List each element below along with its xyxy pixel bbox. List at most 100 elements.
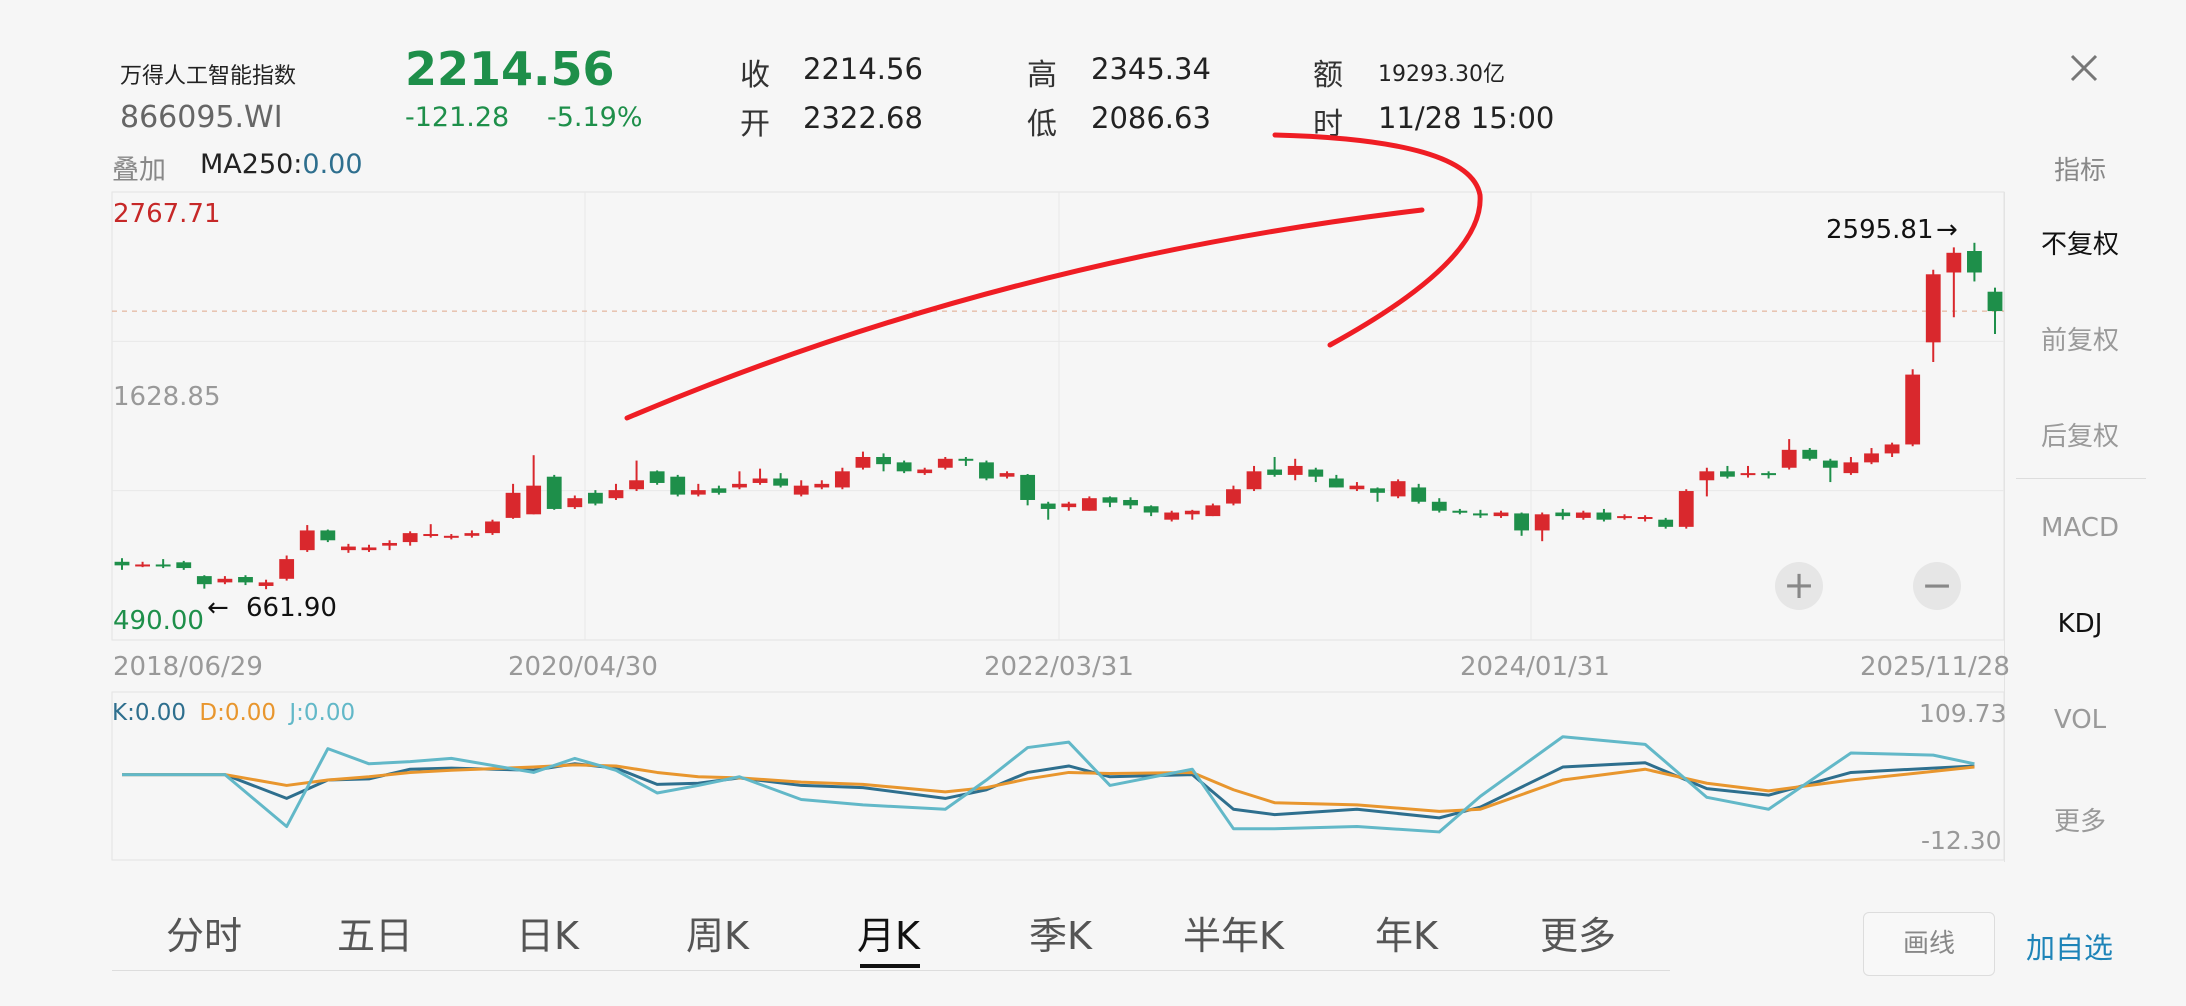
price-change: -121.28 bbox=[405, 102, 510, 133]
candle-body bbox=[1843, 462, 1859, 474]
candle-body bbox=[1246, 471, 1262, 490]
open-label: 开 bbox=[740, 107, 770, 142]
sidebar-item-kdj[interactable]: KDJ bbox=[2010, 609, 2150, 639]
sidebar-item-qianfuquan[interactable]: 前复权 bbox=[2010, 320, 2150, 357]
candle-body bbox=[1452, 510, 1468, 513]
tab-zhouk[interactable]: 周K bbox=[686, 905, 749, 960]
close-icon[interactable] bbox=[2064, 48, 2104, 88]
time-label: 时 bbox=[1313, 107, 1343, 142]
draw-line-button[interactable]: 画线 bbox=[1863, 912, 1995, 976]
candle-body bbox=[1637, 517, 1653, 520]
sidebar-item-vol[interactable]: VOL bbox=[2010, 705, 2150, 735]
candle-body bbox=[238, 577, 253, 583]
tab-fenshi[interactable]: 分时 bbox=[166, 905, 242, 960]
candle-body bbox=[1987, 291, 2003, 312]
candle-body bbox=[1081, 498, 1097, 511]
candle-body bbox=[1164, 512, 1180, 520]
candle-body bbox=[505, 492, 521, 518]
amount-value: 19293.30亿 bbox=[1378, 62, 1505, 87]
candle-body bbox=[1267, 469, 1283, 475]
open-value: 2322.68 bbox=[803, 101, 923, 135]
tab-wuri[interactable]: 五日 bbox=[337, 905, 413, 960]
candle-body bbox=[732, 483, 747, 488]
candle-body bbox=[670, 476, 686, 495]
candle-body bbox=[155, 564, 171, 567]
candle-body bbox=[1226, 489, 1241, 504]
hand-drawn-annotation bbox=[624, 207, 1425, 421]
y-min-label: 490.00 bbox=[113, 606, 204, 636]
candle-body bbox=[917, 469, 933, 474]
min-price-label: 661.90 bbox=[246, 593, 337, 623]
kdj-y-min-label: -12.30 bbox=[1921, 826, 2002, 855]
candle-body bbox=[1575, 512, 1591, 518]
candle-body bbox=[1617, 516, 1632, 519]
sidebar-item-more[interactable]: 更多 bbox=[2010, 801, 2150, 838]
candle-body bbox=[690, 490, 706, 495]
kdj-j-line bbox=[122, 735, 1975, 834]
sidebar-item-houfuquan[interactable]: 后复权 bbox=[2010, 416, 2150, 453]
candle-body bbox=[1308, 469, 1324, 477]
candle-body bbox=[1431, 501, 1447, 511]
x-axis-label: 2018/06/29 bbox=[113, 652, 263, 682]
active-tab-underline bbox=[860, 964, 920, 968]
index-name: 万得人工智能指数 bbox=[120, 64, 297, 89]
overlay-label[interactable]: 叠加 bbox=[112, 148, 166, 187]
add-to-watchlist-button[interactable]: 加自选 bbox=[2026, 925, 2113, 967]
candle-body bbox=[485, 521, 500, 534]
candle-body bbox=[855, 456, 871, 468]
kdj-k-line bbox=[122, 761, 1975, 820]
candle-body bbox=[1102, 497, 1118, 503]
candle-body bbox=[1596, 512, 1612, 520]
y-mid-label: 1628.85 bbox=[113, 382, 221, 412]
candle-body bbox=[587, 492, 603, 504]
close-value: 2214.56 bbox=[803, 52, 923, 86]
x-axis-label: 2020/04/30 bbox=[508, 652, 658, 682]
candle-body bbox=[1781, 449, 1797, 468]
candle-body bbox=[279, 559, 295, 579]
close-label: 收 bbox=[740, 58, 770, 93]
kdj-chart-frame bbox=[111, 691, 2005, 861]
tab-rik[interactable]: 日K bbox=[516, 905, 579, 960]
candle-body bbox=[1884, 444, 1900, 454]
candle-body bbox=[176, 562, 192, 569]
candle-body bbox=[876, 456, 891, 465]
sidebar-item-bufuquan[interactable]: 不复权 bbox=[2010, 224, 2150, 261]
candle-body bbox=[1761, 473, 1777, 476]
tab-yuek[interactable]: 月K bbox=[857, 905, 920, 960]
tab-jik[interactable]: 季K bbox=[1029, 905, 1092, 960]
candle-body bbox=[1020, 474, 1036, 500]
low-value: 2086.63 bbox=[1091, 101, 1211, 135]
low-label: 低 bbox=[1027, 107, 1057, 142]
candle-body bbox=[382, 542, 397, 546]
candle-body bbox=[1287, 465, 1303, 475]
candle-body bbox=[1143, 506, 1159, 513]
candle-body bbox=[340, 546, 356, 551]
sidebar-item-macd[interactable]: MACD bbox=[2010, 513, 2150, 543]
candle-body bbox=[546, 476, 562, 509]
candle-body bbox=[752, 478, 768, 483]
candle-body bbox=[114, 561, 130, 566]
candle-body bbox=[567, 498, 583, 508]
tabs-divider bbox=[112, 970, 1670, 971]
kdj-legend: K:0.00 D:0.00 J:0.00 bbox=[112, 700, 355, 726]
price-change-pct: -5.19% bbox=[547, 102, 643, 133]
candle-body bbox=[1534, 514, 1550, 531]
candle-body bbox=[299, 530, 315, 551]
tab-more[interactable]: 更多 bbox=[1540, 905, 1616, 960]
candle-body bbox=[1720, 471, 1735, 477]
candle-body bbox=[1328, 478, 1344, 488]
tab-niank[interactable]: 年K bbox=[1375, 905, 1438, 960]
zoom-out-button[interactable]: − bbox=[1913, 562, 1961, 610]
tab-bannian-k[interactable]: 半年K bbox=[1183, 905, 1284, 960]
candle-body bbox=[1864, 453, 1879, 463]
candle-body bbox=[793, 485, 809, 495]
zoom-in-button[interactable]: + bbox=[1775, 562, 1823, 610]
candle-body bbox=[1699, 471, 1715, 481]
x-axis-label: 2024/01/31 bbox=[1460, 652, 1610, 682]
candle-body bbox=[1555, 512, 1571, 517]
candle-body bbox=[1740, 473, 1756, 476]
candle-body bbox=[423, 534, 439, 537]
candle-body bbox=[937, 458, 953, 468]
candle-body bbox=[1822, 460, 1838, 468]
candle-body bbox=[711, 488, 727, 493]
